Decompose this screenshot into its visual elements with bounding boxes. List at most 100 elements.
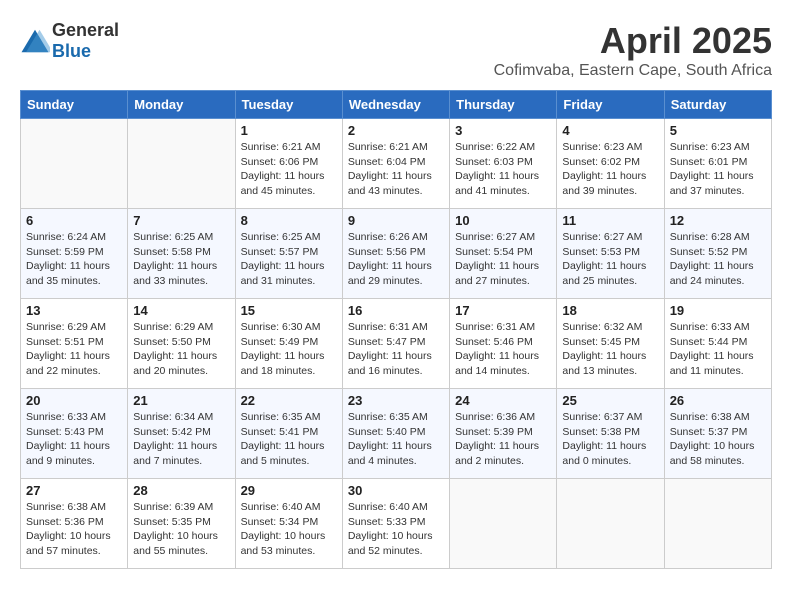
cell-detail: Sunrise: 6:35 AM Sunset: 5:41 PM Dayligh…: [241, 410, 337, 469]
day-number: 27: [26, 483, 122, 498]
calendar-cell: 30 Sunrise: 6:40 AM Sunset: 5:33 PM Dayli…: [342, 479, 449, 569]
calendar-cell: 13Sunrise: 6:29 AM Sunset: 5:51 PM Dayli…: [21, 299, 128, 389]
calendar-cell: 18Sunrise: 6:32 AM Sunset: 5:45 PM Dayli…: [557, 299, 664, 389]
day-number: 20: [26, 393, 122, 408]
logo-general: General: [52, 20, 119, 40]
calendar-cell: 11 Sunrise: 6:27 AM Sunset: 5:53 PM Dayli…: [557, 209, 664, 299]
cell-detail: Sunrise: 6:38 AM Sunset: 5:37 PM Dayligh…: [670, 410, 766, 469]
calendar-cell: 22 Sunrise: 6:35 AM Sunset: 5:41 PM Dayli…: [235, 389, 342, 479]
cell-detail: Sunrise: 6:28 AM Sunset: 5:52 PM Dayligh…: [670, 230, 766, 289]
week-row-2: 6 Sunrise: 6:24 AM Sunset: 5:59 PM Daylig…: [21, 209, 772, 299]
header-thursday: Thursday: [450, 91, 557, 119]
cell-detail: Sunrise: 6:27 AM Sunset: 5:54 PM Dayligh…: [455, 230, 551, 289]
cell-detail: Sunrise: 6:40 AM Sunset: 5:34 PM Dayligh…: [241, 500, 337, 559]
day-number: 30: [348, 483, 444, 498]
calendar-cell: 10 Sunrise: 6:27 AM Sunset: 5:54 PM Dayli…: [450, 209, 557, 299]
day-number: 5: [670, 123, 766, 138]
header-tuesday: Tuesday: [235, 91, 342, 119]
calendar-cell: [557, 479, 664, 569]
calendar-cell: 26Sunrise: 6:38 AM Sunset: 5:37 PM Dayli…: [664, 389, 771, 479]
calendar-cell: 25 Sunrise: 6:37 AM Sunset: 5:38 PM Dayli…: [557, 389, 664, 479]
calendar-cell: [128, 119, 235, 209]
day-number: 25: [562, 393, 658, 408]
cell-detail: Sunrise: 6:31 AM Sunset: 5:46 PM Dayligh…: [455, 320, 551, 379]
day-number: 12: [670, 213, 766, 228]
cell-detail: Sunrise: 6:33 AM Sunset: 5:43 PM Dayligh…: [26, 410, 122, 469]
day-number: 28: [133, 483, 229, 498]
cell-detail: Sunrise: 6:21 AM Sunset: 6:06 PM Dayligh…: [241, 140, 337, 199]
calendar-header-row: SundayMondayTuesdayWednesdayThursdayFrid…: [21, 91, 772, 119]
calendar-cell: 17 Sunrise: 6:31 AM Sunset: 5:46 PM Dayli…: [450, 299, 557, 389]
day-number: 9: [348, 213, 444, 228]
day-number: 8: [241, 213, 337, 228]
day-number: 17: [455, 303, 551, 318]
day-number: 15: [241, 303, 337, 318]
day-number: 7: [133, 213, 229, 228]
title-area: April 2025 Cofimvaba, Eastern Cape, Sout…: [494, 20, 772, 80]
cell-detail: Sunrise: 6:24 AM Sunset: 5:59 PM Dayligh…: [26, 230, 122, 289]
calendar-cell: 7 Sunrise: 6:25 AM Sunset: 5:58 PM Daylig…: [128, 209, 235, 299]
cell-detail: Sunrise: 6:33 AM Sunset: 5:44 PM Dayligh…: [670, 320, 766, 379]
calendar-cell: 8 Sunrise: 6:25 AM Sunset: 5:57 PM Daylig…: [235, 209, 342, 299]
calendar-cell: 5Sunrise: 6:23 AM Sunset: 6:01 PM Daylig…: [664, 119, 771, 209]
calendar-cell: [450, 479, 557, 569]
day-number: 19: [670, 303, 766, 318]
week-row-3: 13Sunrise: 6:29 AM Sunset: 5:51 PM Dayli…: [21, 299, 772, 389]
day-number: 21: [133, 393, 229, 408]
calendar-cell: 23Sunrise: 6:35 AM Sunset: 5:40 PM Dayli…: [342, 389, 449, 479]
day-number: 4: [562, 123, 658, 138]
day-number: 6: [26, 213, 122, 228]
calendar-cell: 28 Sunrise: 6:39 AM Sunset: 5:35 PM Dayli…: [128, 479, 235, 569]
day-number: 11: [562, 213, 658, 228]
header: General Blue April 2025 Cofimvaba, Easte…: [20, 20, 772, 80]
week-row-4: 20 Sunrise: 6:33 AM Sunset: 5:43 PM Dayli…: [21, 389, 772, 479]
day-number: 24: [455, 393, 551, 408]
cell-detail: Sunrise: 6:27 AM Sunset: 5:53 PM Dayligh…: [562, 230, 658, 289]
cell-detail: Sunrise: 6:26 AM Sunset: 5:56 PM Dayligh…: [348, 230, 444, 289]
day-number: 10: [455, 213, 551, 228]
header-monday: Monday: [128, 91, 235, 119]
calendar-cell: 29 Sunrise: 6:40 AM Sunset: 5:34 PM Dayli…: [235, 479, 342, 569]
day-number: 3: [455, 123, 551, 138]
cell-detail: Sunrise: 6:22 AM Sunset: 6:03 PM Dayligh…: [455, 140, 551, 199]
cell-detail: Sunrise: 6:25 AM Sunset: 5:58 PM Dayligh…: [133, 230, 229, 289]
calendar-cell: 2 Sunrise: 6:21 AM Sunset: 6:04 PM Daylig…: [342, 119, 449, 209]
calendar-cell: 24 Sunrise: 6:36 AM Sunset: 5:39 PM Dayli…: [450, 389, 557, 479]
day-number: 1: [241, 123, 337, 138]
calendar-cell: 3 Sunrise: 6:22 AM Sunset: 6:03 PM Daylig…: [450, 119, 557, 209]
cell-detail: Sunrise: 6:21 AM Sunset: 6:04 PM Dayligh…: [348, 140, 444, 199]
cell-detail: Sunrise: 6:32 AM Sunset: 5:45 PM Dayligh…: [562, 320, 658, 379]
location-title: Cofimvaba, Eastern Cape, South Africa: [494, 62, 772, 80]
cell-detail: Sunrise: 6:23 AM Sunset: 6:02 PM Dayligh…: [562, 140, 658, 199]
header-saturday: Saturday: [664, 91, 771, 119]
calendar-cell: 21 Sunrise: 6:34 AM Sunset: 5:42 PM Dayli…: [128, 389, 235, 479]
cell-detail: Sunrise: 6:25 AM Sunset: 5:57 PM Dayligh…: [241, 230, 337, 289]
calendar-cell: 19 Sunrise: 6:33 AM Sunset: 5:44 PM Dayli…: [664, 299, 771, 389]
day-number: 22: [241, 393, 337, 408]
header-wednesday: Wednesday: [342, 91, 449, 119]
week-row-1: 1 Sunrise: 6:21 AM Sunset: 6:06 PM Daylig…: [21, 119, 772, 209]
calendar-cell: 9 Sunrise: 6:26 AM Sunset: 5:56 PM Daylig…: [342, 209, 449, 299]
cell-detail: Sunrise: 6:36 AM Sunset: 5:39 PM Dayligh…: [455, 410, 551, 469]
logo-blue: Blue: [52, 41, 91, 61]
cell-detail: Sunrise: 6:37 AM Sunset: 5:38 PM Dayligh…: [562, 410, 658, 469]
month-title: April 2025: [494, 20, 772, 62]
day-number: 14: [133, 303, 229, 318]
cell-detail: Sunrise: 6:34 AM Sunset: 5:42 PM Dayligh…: [133, 410, 229, 469]
calendar-cell: 6 Sunrise: 6:24 AM Sunset: 5:59 PM Daylig…: [21, 209, 128, 299]
day-number: 29: [241, 483, 337, 498]
cell-detail: Sunrise: 6:40 AM Sunset: 5:33 PM Dayligh…: [348, 500, 444, 559]
calendar-cell: 14 Sunrise: 6:29 AM Sunset: 5:50 PM Dayli…: [128, 299, 235, 389]
cell-detail: Sunrise: 6:35 AM Sunset: 5:40 PM Dayligh…: [348, 410, 444, 469]
header-friday: Friday: [557, 91, 664, 119]
cell-detail: Sunrise: 6:30 AM Sunset: 5:49 PM Dayligh…: [241, 320, 337, 379]
logo: General Blue: [20, 20, 119, 62]
calendar-cell: 27Sunrise: 6:38 AM Sunset: 5:36 PM Dayli…: [21, 479, 128, 569]
calendar-cell: [21, 119, 128, 209]
week-row-5: 27Sunrise: 6:38 AM Sunset: 5:36 PM Dayli…: [21, 479, 772, 569]
cell-detail: Sunrise: 6:39 AM Sunset: 5:35 PM Dayligh…: [133, 500, 229, 559]
day-number: 2: [348, 123, 444, 138]
cell-detail: Sunrise: 6:29 AM Sunset: 5:50 PM Dayligh…: [133, 320, 229, 379]
calendar-cell: 15 Sunrise: 6:30 AM Sunset: 5:49 PM Dayli…: [235, 299, 342, 389]
header-sunday: Sunday: [21, 91, 128, 119]
